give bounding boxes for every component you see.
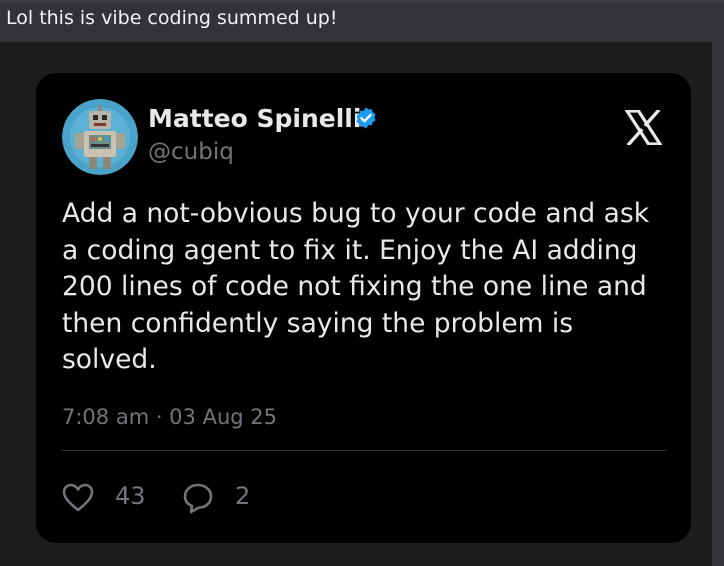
verified-badge-icon [354,106,378,130]
reply-count: 2 [235,482,251,510]
author-name[interactable]: Matteo Spinelli [148,104,361,133]
tweet-body-line: Add a not-obvious bug to your code and a… [62,198,650,229]
tweet-timestamp[interactable]: 7:08 am · 03 Aug 25 [62,405,277,429]
tweet-body-line: then confidently saying the problem is [62,307,574,339]
heart-icon[interactable] [62,483,94,513]
author-handle[interactable]: @cubiq [148,139,234,165]
robot-avatar-icon[interactable] [62,99,138,175]
divider [62,450,666,451]
x-logo-icon[interactable] [624,108,663,147]
tweet-body-line: a coding agent to fix it. Enjoy the AI a… [62,234,638,266]
top-strip [0,0,724,3]
tweet-body-line: 200 lines of code not fixing the one lin… [62,271,647,302]
tweet-body-line: solved. [62,344,157,375]
like-count: 43 [115,482,146,510]
reply-bubble-icon[interactable] [182,482,214,514]
tweet-card[interactable]: Matteo Spinelli @cubiq Add a not-obvious… [36,73,691,543]
message-text: Lol this is vibe coding summed up! [6,7,338,29]
tweet-body: Add a not-obvious bug to your code and a… [62,196,672,379]
